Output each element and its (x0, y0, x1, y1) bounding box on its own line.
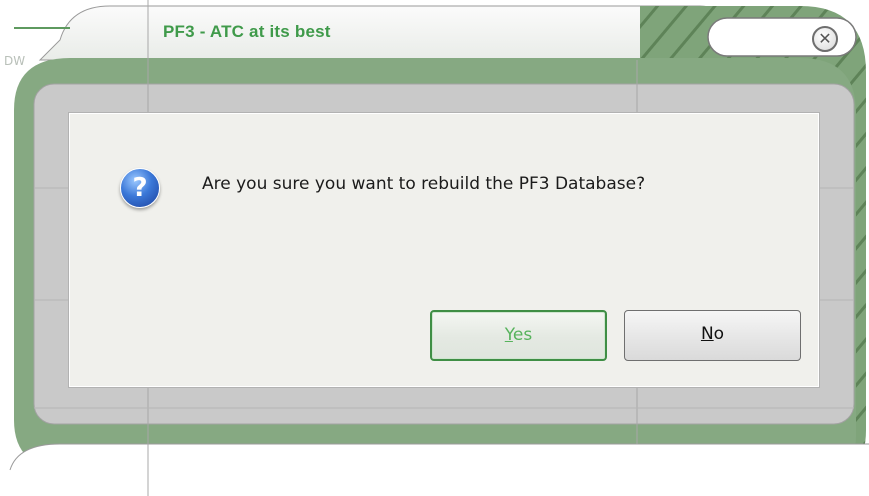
yes-label: es (512, 325, 533, 345)
no-mnemonic: N (700, 324, 714, 344)
no-label: o (713, 324, 725, 344)
dialog-message: Are you sure you want to rebuild the PF3… (202, 174, 646, 194)
yes-button[interactable]: Yes (430, 310, 607, 361)
close-glyph: ✕ (818, 29, 832, 48)
question-glyph: ? (132, 173, 148, 203)
yes-mnemonic: Y (504, 325, 513, 345)
window-title: PF3 - ATC at its best (163, 22, 331, 41)
no-button[interactable]: No (624, 310, 801, 361)
close-icon[interactable]: ✕ (812, 26, 838, 52)
question-icon: ? (120, 168, 160, 208)
background-window-text: DW (4, 54, 26, 68)
